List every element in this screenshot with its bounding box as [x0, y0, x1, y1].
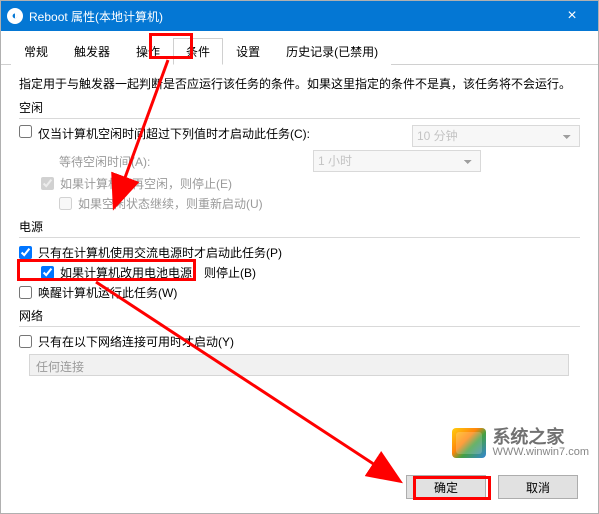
row-wait-idle: 等待空闲时间(A): 1 小时 [59, 150, 580, 172]
titlebar: ◐ Reboot 属性(本地计算机) × [1, 1, 598, 31]
annotation-box-tab [149, 33, 193, 59]
checkbox-stop-not-idle[interactable] [41, 177, 54, 190]
section-idle-title: 空闲 [19, 99, 580, 116]
close-button[interactable]: × [552, 1, 592, 31]
checkbox-wake[interactable] [19, 286, 32, 299]
checkbox-restart-idle[interactable] [59, 197, 72, 210]
section-power-title: 电源 [19, 218, 580, 235]
section-network-title: 网络 [19, 307, 580, 324]
row-only-net: 只有在以下网络连接可用时才启动(Y) [19, 333, 580, 350]
checkbox-only-ac[interactable] [19, 246, 32, 259]
divider [19, 326, 580, 327]
checkbox-only-net[interactable] [19, 335, 32, 348]
row-restart-idle: 如果空闲状态继续，则重新启动(U) [59, 195, 580, 212]
label-stop-not-idle: 如果计算机不再空闲，则停止(E) [60, 175, 232, 192]
label-restart-idle: 如果空闲状态继续，则重新启动(U) [78, 195, 263, 212]
label-only-net: 只有在以下网络连接可用时才启动(Y) [38, 333, 234, 350]
watermark: 系统之家 WWW.winwin7.com [452, 428, 589, 458]
watermark-url: WWW.winwin7.com [492, 446, 589, 458]
window-title: Reboot 属性(本地计算机) [29, 8, 552, 25]
divider [19, 118, 580, 119]
cancel-button[interactable]: 取消 [498, 475, 578, 499]
footer: 确定 取消 [1, 467, 598, 513]
tab-general[interactable]: 常规 [11, 38, 61, 65]
label-only-idle: 仅当计算机空闲时间超过下列值时才启动此任务(C): [38, 125, 328, 142]
label-wake: 唤醒计算机运行此任务(W) [38, 284, 177, 301]
tab-history[interactable]: 历史记录(已禁用) [273, 38, 391, 65]
checkbox-only-idle[interactable] [19, 125, 32, 138]
select-idle-duration[interactable]: 10 分钟 [412, 125, 580, 147]
tab-triggers[interactable]: 触发器 [61, 38, 123, 65]
watermark-brand: 系统之家 [492, 428, 589, 446]
watermark-logo-icon [452, 428, 486, 458]
row-stop-not-idle: 如果计算机不再空闲，则停止(E) [41, 175, 580, 192]
tab-settings[interactable]: 设置 [223, 38, 273, 65]
select-network: 任何连接 [29, 354, 569, 376]
row-only-idle: 仅当计算机空闲时间超过下列值时才启动此任务(C): 10 分钟 [19, 125, 580, 147]
close-icon: × [567, 7, 576, 25]
row-wake: 唤醒计算机运行此任务(W) [19, 284, 580, 301]
divider [19, 237, 580, 238]
task-icon: ◐ [7, 8, 23, 24]
label-wait-idle: 等待空闲时间(A): [59, 153, 313, 170]
annotation-box-wake [17, 259, 196, 281]
annotation-box-ok [413, 476, 491, 500]
description-text: 指定用于与触发器一起判断是否应运行该任务的条件。如果这里指定的条件不是真，该任务… [19, 75, 580, 93]
tab-strip: 常规 触发器 操作 条件 设置 历史记录(已禁用) [1, 37, 598, 65]
select-wait-duration[interactable]: 1 小时 [313, 150, 481, 172]
